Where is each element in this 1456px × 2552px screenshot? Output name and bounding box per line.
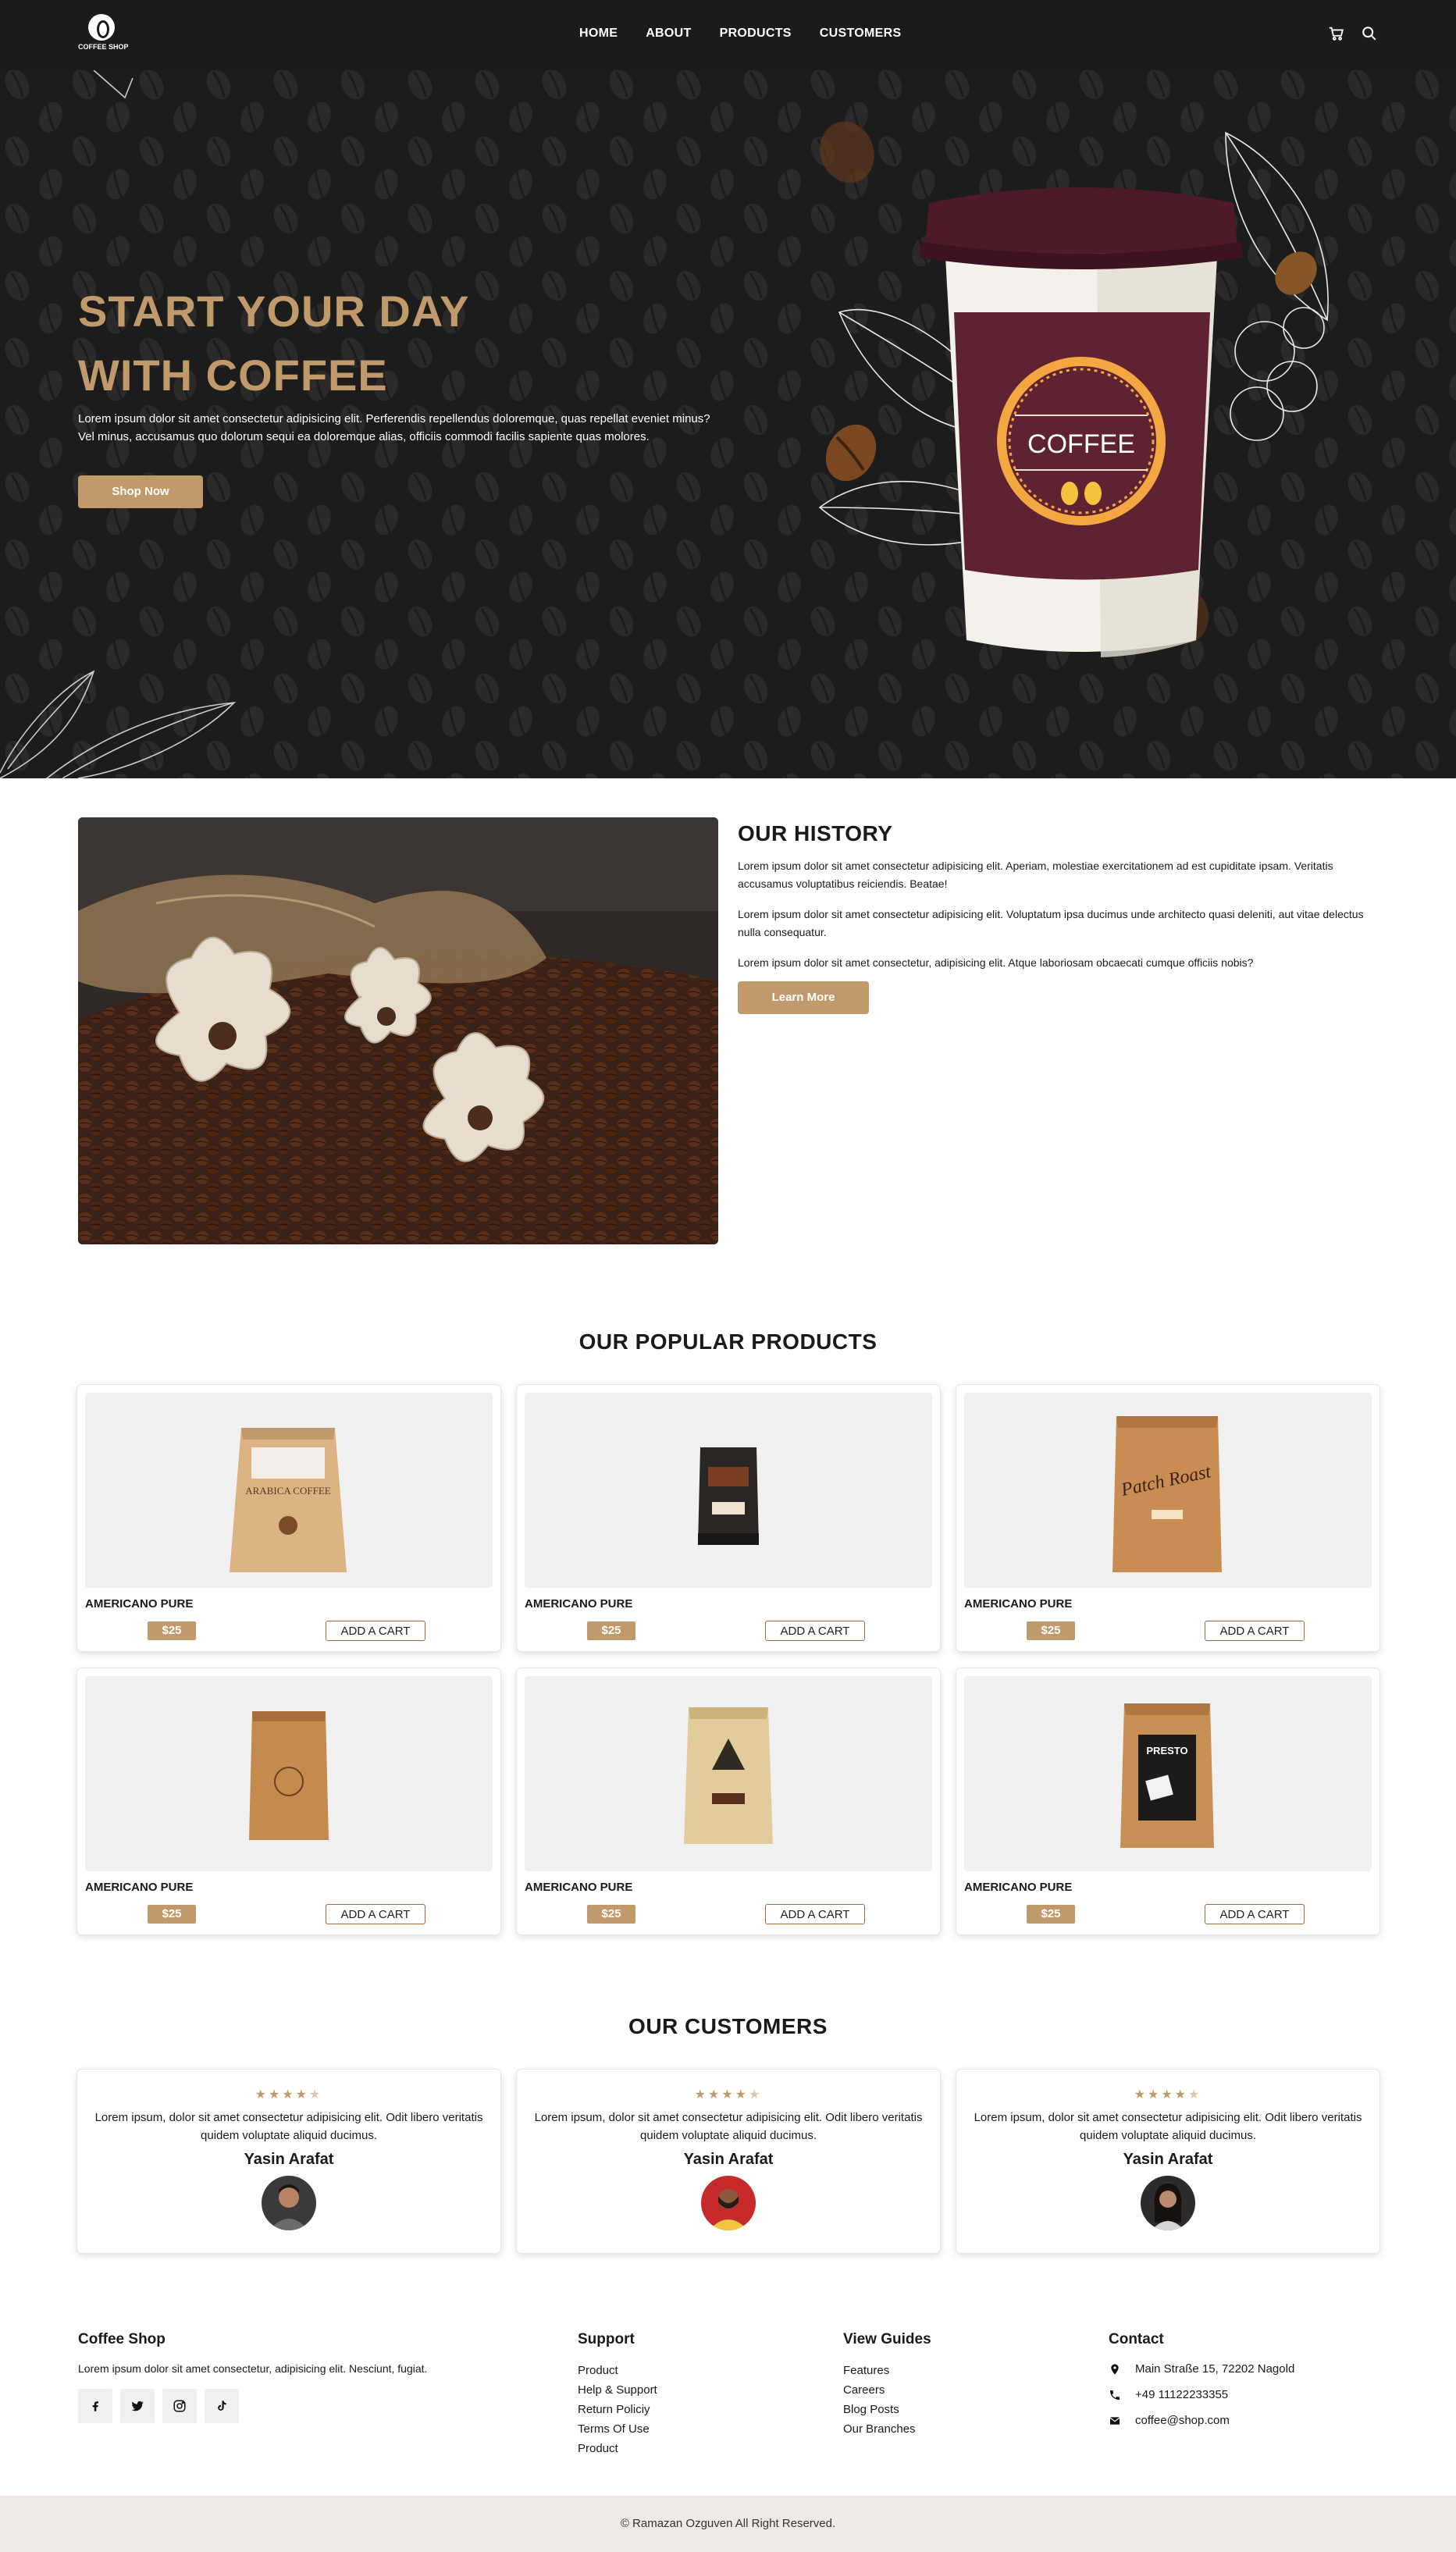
coffee-bean-logo-icon (88, 14, 115, 41)
nav-about[interactable]: ABOUT (646, 27, 691, 41)
nav-customers[interactable]: CUSTOMERS (820, 27, 902, 41)
nav-home[interactable]: HOME (579, 27, 618, 41)
brand-logo[interactable]: COFFEE SHOP (78, 14, 129, 51)
top-nav: COFFEE SHOP HOME ABOUT PRODUCTS CUSTOMER… (0, 0, 1456, 70)
nav-icons (1328, 25, 1378, 42)
cart-icon[interactable] (1328, 25, 1345, 42)
nav-products[interactable]: PRODUCTS (720, 27, 792, 41)
main-menu: HOME ABOUT PRODUCTS CUSTOMERS (579, 27, 901, 41)
logo-text: COFFEE SHOP (78, 43, 129, 51)
search-icon[interactable] (1361, 25, 1378, 42)
